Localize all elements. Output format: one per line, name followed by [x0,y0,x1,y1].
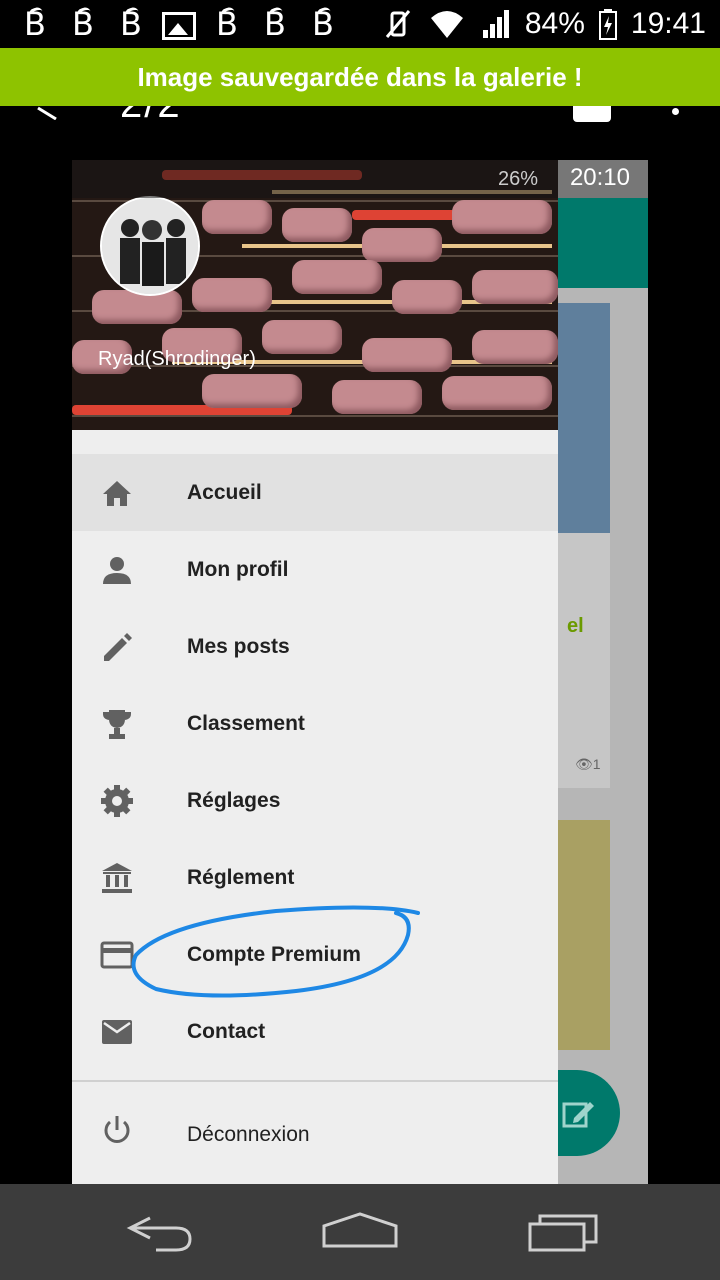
menu-item-contact[interactable]: Contact [72,993,558,1070]
drawer-username: Ryad(Shrodinger) [98,348,256,370]
avatar[interactable] [100,196,200,296]
signal-icon [482,10,509,38]
viewer-toolbar [0,106,720,160]
home-button[interactable] [320,1206,400,1256]
system-icons: 84% 19:41 [383,4,706,44]
menu-item-label: Réglages [187,788,281,812]
b-app-icon: B [114,6,148,42]
b-app-icon: B [18,6,52,42]
logout-item[interactable]: Déconnexion [72,1096,558,1173]
screenshot-image: el 👁1 Ryad(Shrodinger) 26% 20:10 Accueil… [72,160,648,1184]
menu-item-label: Mes posts [187,634,290,658]
eye-icon: 👁 [575,756,593,772]
b-app-icon: B [258,6,292,42]
drawer-header: Ryad(Shrodinger) [72,160,558,430]
inner-status-bar: 26% 20:10 [72,160,648,198]
menu-item-accueil[interactable]: Accueil [72,454,558,531]
status-bar: B B B B B B 84% 19:41 [0,0,720,48]
back-button[interactable] [120,1206,200,1256]
camera-icon[interactable] [573,106,611,122]
wifi-icon [430,11,463,38]
image-icon [162,12,196,40]
b-app-icon: B [210,6,244,42]
home-icon [103,481,131,506]
menu-item-label: Contact [187,1019,266,1043]
gear-icon [101,785,133,817]
app-toolbar [558,198,648,288]
overflow-menu-icon[interactable] [672,108,680,120]
navigation-drawer: Ryad(Shrodinger) 26% 20:10 Accueil Mon p… [72,160,648,1184]
back-arrow-icon[interactable] [36,106,58,120]
battery-charging-icon [598,9,617,40]
post-card-image [558,303,610,533]
post-card [558,533,610,788]
menu-item-reglages[interactable]: Réglages [72,762,558,839]
menu-item-mon-profil[interactable]: Mon profil [72,531,558,608]
menu-item-label: Accueil [187,480,262,504]
menu-item-label: Classement [187,711,305,735]
system-navigation-bar [0,1184,720,1280]
clock: 19:41 [630,7,706,40]
bank-icon [102,863,132,893]
post-card-image [558,820,610,1050]
logout-label: Déconnexion [187,1123,310,1146]
menu-item-label: Mon profil [187,557,289,581]
b-app-icon: B [66,6,100,42]
battery-percent: 84% [524,7,585,40]
person-icon [103,557,131,584]
menu-item-classement[interactable]: Classement [72,685,558,762]
menu-item-mes-posts[interactable]: Mes posts [72,608,558,685]
edit-icon [562,1102,594,1128]
mail-icon [102,1020,132,1044]
recents-button[interactable] [522,1206,602,1256]
inner-battery-percent: 26% [497,168,538,190]
notification-icons: B B B B B B [18,6,340,42]
views-count: 👁1 [575,756,601,773]
menu-item-label: Réglement [187,865,295,889]
pencil-icon [104,633,132,661]
vibrate-off-icon [385,10,411,38]
saved-toast: Image sauvegardée dans la galerie ! [0,48,720,106]
divider [72,1080,558,1082]
trophy-icon [103,710,131,739]
views-count-value: 1 [592,756,601,772]
highlight-annotation [131,905,420,998]
inner-clock: 20:10 [569,164,630,191]
b-app-icon: B [306,6,340,42]
post-title-fragment: el [567,615,584,637]
power-icon [104,1116,130,1143]
